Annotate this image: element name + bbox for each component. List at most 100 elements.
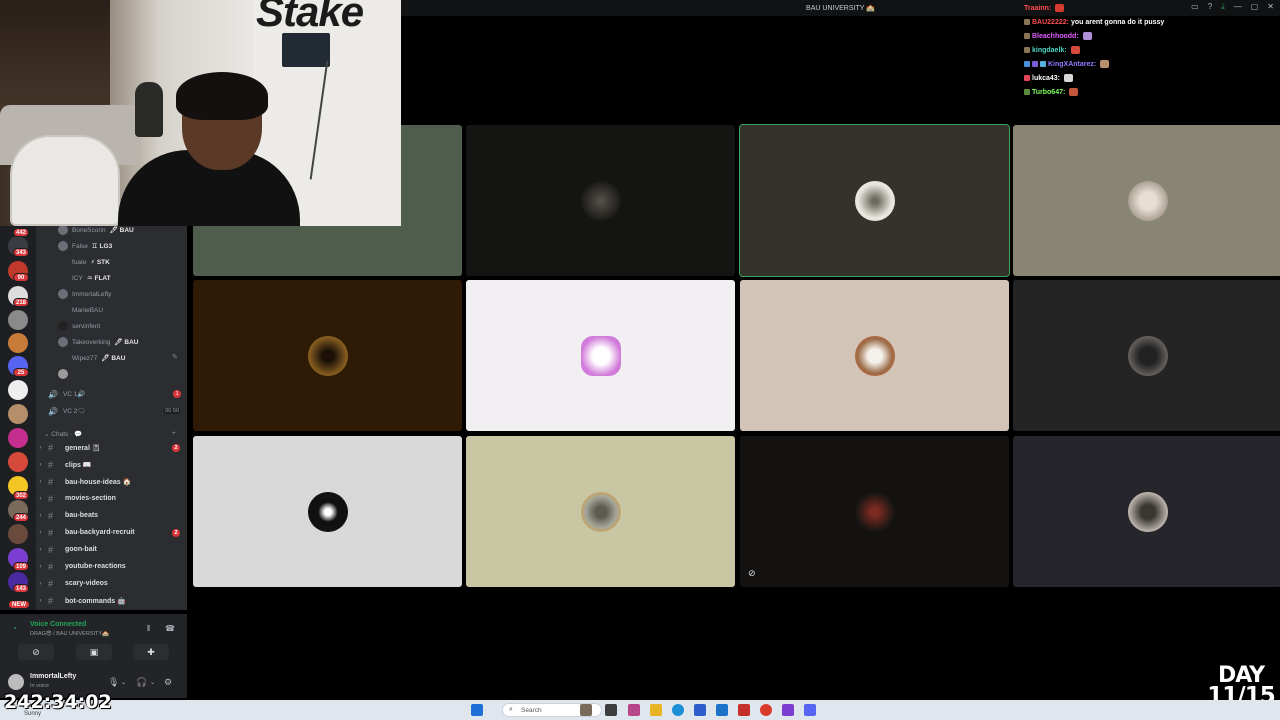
task-view-icon[interactable]	[605, 704, 617, 716]
text-channel[interactable]: › # bau-house-ideas 🏠	[36, 474, 187, 489]
participant-tile[interactable]	[1013, 125, 1280, 276]
app-icon[interactable]	[738, 704, 750, 716]
participant-avatar	[307, 335, 348, 376]
new-badge: NEW	[8, 600, 30, 609]
voice-member[interactable]: Takeoverking 🖊 BAU	[58, 335, 138, 349]
stream-timer: 242:34:02	[4, 691, 112, 713]
participant-tile[interactable]	[1013, 436, 1280, 587]
copilot-icon[interactable]	[628, 704, 640, 716]
chevron-down-icon[interactable]: ⌄	[121, 679, 126, 686]
server-icon[interactable]	[8, 452, 28, 472]
speaker-icon: 🔊	[48, 389, 58, 399]
voice-member[interactable]: ICY ♒ FLAT	[58, 271, 111, 285]
voice-channel[interactable]: 🔊 VC 1🔊 1	[48, 388, 181, 400]
server-icon[interactable]	[8, 380, 28, 400]
text-channel[interactable]: › # bau-beats	[36, 508, 187, 523]
chevron-right-icon: ›	[39, 495, 42, 502]
emote-icon	[1082, 32, 1092, 40]
participant-tile[interactable]	[193, 280, 462, 431]
chevron-down-icon[interactable]: ⌄	[150, 679, 155, 686]
chat-badge-icon	[1024, 47, 1030, 53]
voice-member[interactable]: ImmortalLefty	[58, 287, 115, 301]
hash-icon: #	[48, 595, 54, 606]
chat-badge-icon	[1024, 89, 1030, 95]
disconnect-icon[interactable]: ☎	[165, 624, 175, 633]
add-channel-icon[interactable]: +	[172, 430, 176, 437]
text-channel[interactable]: › # bau-backyard-recruit 2	[36, 525, 187, 540]
server-icon[interactable]	[8, 524, 28, 544]
windows-start-icon[interactable]	[471, 704, 483, 716]
screen-share-button[interactable]: ▣	[76, 644, 112, 660]
discord-icon[interactable]	[804, 704, 816, 716]
hash-icon: #	[48, 544, 54, 555]
text-channel[interactable]: › # goon-bait	[36, 542, 187, 557]
stake-logo: Stake	[256, 0, 364, 35]
windows-taskbar	[0, 700, 1280, 720]
headphones-icon[interactable]: 🎧	[136, 677, 147, 688]
server-icon[interactable]	[8, 404, 28, 424]
server-icon[interactable]	[8, 310, 28, 330]
avatar	[58, 353, 68, 363]
chevron-right-icon: ›	[39, 512, 42, 519]
voice-member[interactable]: servinfent	[58, 319, 104, 333]
participant-tile[interactable]	[466, 125, 735, 276]
voice-member[interactable]: fuate ⚡ STK	[58, 255, 110, 269]
unread-badge: 302	[13, 491, 30, 500]
participant-avatar	[1127, 491, 1168, 532]
server-icon[interactable]	[8, 428, 28, 448]
chat-text: you arent gonna do it pussy	[1070, 18, 1165, 26]
voice-channel[interactable]: 🔊 VC 2🗨 00 50	[48, 405, 181, 417]
participant-tile[interactable]: ⊘	[740, 436, 1009, 587]
microphone-icon[interactable]: 🎙	[108, 677, 119, 688]
participant-tile[interactable]	[740, 280, 1009, 431]
store-icon[interactable]	[694, 704, 706, 716]
voice-member[interactable]: False ♊ LG3	[58, 239, 112, 253]
text-channel[interactable]: › # scary-videos	[36, 576, 187, 591]
participant-tile[interactable]	[466, 280, 735, 431]
file-explorer-icon[interactable]	[650, 704, 662, 716]
voice-member[interactable]	[58, 367, 72, 381]
category-header[interactable]: ⌄ Chats · 💬 +	[44, 430, 176, 438]
text-channel[interactable]: › # movies-section	[36, 491, 187, 506]
participant-tile[interactable]	[193, 436, 462, 587]
participant-avatar	[854, 491, 895, 532]
edge-icon[interactable]	[672, 704, 684, 716]
participant-tile[interactable]	[1013, 280, 1280, 431]
chat-message: Turbo647:	[1024, 85, 1274, 99]
voice-member[interactable]: ManieBAU	[58, 303, 107, 317]
server-rail: 442 343 90 218 25 302 244 109 143 NEW	[0, 226, 36, 610]
hash-icon: #	[48, 510, 54, 521]
mention-badge: 2	[172, 528, 180, 537]
text-channel[interactable]: › # general 📓 2	[36, 440, 187, 455]
gear-icon[interactable]: ⚙	[164, 677, 172, 688]
chat-message: KingXAntarez:	[1024, 57, 1274, 71]
signal-icon[interactable]: ◔	[12, 624, 17, 633]
avatar	[58, 369, 68, 379]
chrome-icon[interactable]	[760, 704, 772, 716]
participant-tile[interactable]	[739, 124, 1010, 277]
text-channel[interactable]: › # clips 📖	[36, 457, 187, 472]
avatar	[58, 257, 68, 267]
noise-suppression-icon[interactable]: ⦀	[147, 624, 151, 634]
chevron-right-icon: ›	[39, 597, 42, 604]
voice-channel-path[interactable]: DRAG😎 / BAU UNIVERSITY🏫	[30, 631, 109, 637]
text-channel[interactable]: › # bot-commands 🤖	[36, 593, 187, 608]
emote-icon	[1064, 74, 1074, 82]
taskbar-app-1-icon[interactable]	[580, 704, 592, 716]
camera-button[interactable]: ⊘	[18, 644, 54, 660]
chat-username: KingXAntarez:	[1048, 60, 1097, 68]
muted-microphone-icon: ⊘	[748, 568, 756, 578]
activities-button[interactable]: ✚	[133, 644, 169, 660]
avatar[interactable]	[8, 674, 24, 690]
chat-message: lukca43:	[1024, 71, 1274, 85]
outlook-icon[interactable]	[716, 704, 728, 716]
participant-tile[interactable]	[466, 436, 735, 587]
username[interactable]: ImmortalLefty	[30, 673, 76, 680]
chat-badge-icon	[1032, 61, 1038, 67]
text-channel[interactable]: › # youtube-reactions	[36, 559, 187, 574]
taskbar-app-4-icon[interactable]	[782, 704, 794, 716]
voice-member[interactable]: Wipez77 🖊 BAU	[58, 351, 125, 365]
server-icon[interactable]	[8, 333, 28, 353]
chevron-right-icon: ›	[39, 461, 42, 468]
webcam-background-person	[135, 82, 163, 137]
